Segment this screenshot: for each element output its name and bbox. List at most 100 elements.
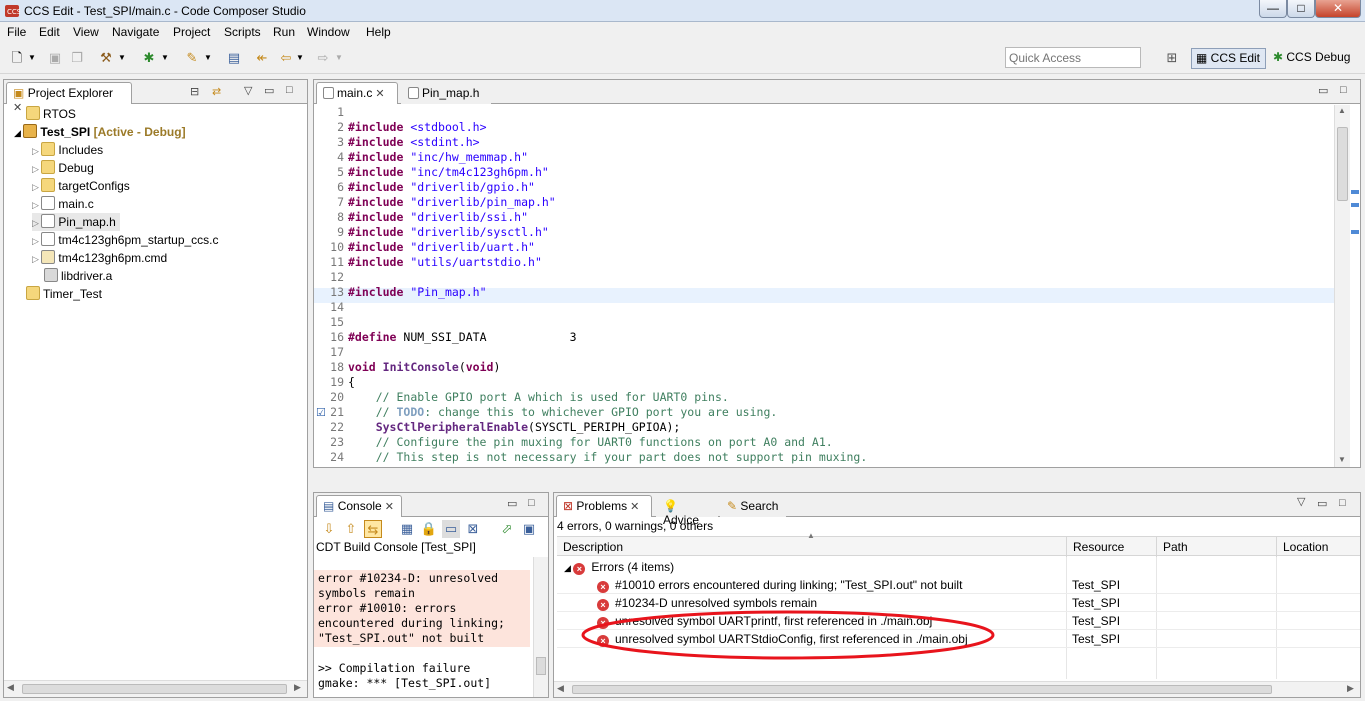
- tree-item-startup-ccs[interactable]: ▷ tm4c123gh6pm_startup_ccs.c: [32, 231, 219, 249]
- last-edit-icon[interactable]: ↞: [253, 49, 271, 67]
- scroll-down-icon[interactable]: ▼: [1338, 455, 1346, 464]
- vertical-scrollbar[interactable]: [533, 557, 548, 697]
- maximize-button[interactable]: □: [1287, 0, 1315, 18]
- previous-error-icon[interactable]: ⇧: [342, 520, 360, 538]
- scroll-right-icon[interactable]: ▶: [1347, 683, 1354, 694]
- clear-console-icon[interactable]: ▭: [442, 520, 460, 538]
- tree-item-cmd[interactable]: ▷ tm4c123gh6pm.cmd: [32, 249, 167, 267]
- tree-item-rtos[interactable]: RTOS: [26, 105, 76, 123]
- maximize-view-icon[interactable]: □: [1340, 84, 1347, 96]
- forward-icon[interactable]: ⇨: [314, 49, 332, 67]
- quick-access-input[interactable]: [1005, 47, 1141, 68]
- close-icon[interactable]: ✕: [382, 501, 394, 513]
- overview-marker[interactable]: [1351, 230, 1359, 234]
- menu-help[interactable]: Help: [366, 25, 391, 39]
- back-dropdown-icon[interactable]: ▼: [295, 49, 305, 67]
- vertical-scrollbar[interactable]: ▲ ▼: [1334, 105, 1350, 467]
- menu-view[interactable]: View: [73, 25, 99, 39]
- tree-item-targetconfigs[interactable]: ▷ targetConfigs: [32, 177, 130, 195]
- forward-dropdown-icon[interactable]: ▼: [334, 49, 344, 67]
- tree-item-libdriver[interactable]: libdriver.a: [44, 267, 112, 285]
- tree-item-main-c[interactable]: ▷ main.c: [32, 195, 94, 213]
- minimize-view-icon[interactable]: ▭: [507, 497, 517, 510]
- next-error-icon[interactable]: ⇩: [320, 520, 338, 538]
- tree-item-pin-map-h[interactable]: ▷ Pin_map.h: [32, 213, 120, 231]
- clear-console-x-icon[interactable]: ⊠: [464, 520, 482, 538]
- maximize-view-icon[interactable]: □: [528, 497, 535, 509]
- tree-item-includes[interactable]: ▷ Includes: [32, 141, 103, 159]
- menu-navigate[interactable]: Navigate: [112, 25, 159, 39]
- minimize-view-icon[interactable]: ▭: [1318, 84, 1328, 97]
- close-icon[interactable]: ✕: [627, 501, 639, 513]
- maximize-view-icon[interactable]: □: [1339, 497, 1346, 509]
- menu-scripts[interactable]: Scripts: [224, 25, 261, 39]
- open-perspective-icon[interactable]: ▤: [225, 49, 243, 67]
- code-area[interactable]: 1 2 #include <stdbool.h> 3 #include <stdint.…: [314, 105, 1334, 465]
- menu-file[interactable]: File: [7, 25, 26, 39]
- menu-run[interactable]: Run: [273, 25, 295, 39]
- new-icon[interactable]: 🗋: [8, 49, 26, 67]
- column-path[interactable]: Path: [1157, 537, 1277, 557]
- flash-icon[interactable]: ✎: [183, 49, 201, 67]
- column-location[interactable]: Location: [1277, 537, 1360, 557]
- tree-item-timer-test[interactable]: Timer_Test: [26, 285, 102, 303]
- flash-dropdown-icon[interactable]: ▼: [203, 49, 213, 67]
- scroll-thumb[interactable]: [1337, 127, 1348, 201]
- build-hammer-icon[interactable]: ⚒: [97, 49, 115, 67]
- copy-build-log-icon[interactable]: ▦: [398, 520, 416, 538]
- tab-main-c[interactable]: main.c ✕: [316, 82, 398, 104]
- build-dropdown-icon[interactable]: ▼: [117, 49, 127, 67]
- expand-arrow-icon[interactable]: ◢: [14, 128, 23, 138]
- tab-search[interactable]: ✎ Search: [720, 495, 786, 517]
- scroll-lock-icon[interactable]: 🔒: [420, 520, 438, 538]
- console-output[interactable]: error #10234-D: unresolved symbols remai…: [314, 557, 534, 697]
- perspective-ccs-edit[interactable]: ▦ CCS Edit: [1191, 48, 1266, 69]
- save-all-icon[interactable]: ❐: [68, 49, 86, 67]
- view-menu-icon[interactable]: ▽: [244, 84, 252, 97]
- tree-item-test-spi[interactable]: ◢ Test_SPI [Active - Debug]: [14, 123, 186, 141]
- overview-marker[interactable]: [1351, 190, 1359, 194]
- view-menu-icon[interactable]: ▽: [1297, 495, 1305, 508]
- collapse-arrow-icon[interactable]: ▷: [32, 164, 41, 174]
- tab-problems[interactable]: ⊠ Problems ✕: [556, 495, 652, 517]
- column-description[interactable]: Description: [557, 537, 1067, 557]
- overview-marker[interactable]: [1351, 203, 1359, 207]
- menu-project[interactable]: Project: [173, 25, 210, 39]
- close-icon[interactable]: ✕: [372, 88, 384, 100]
- collapse-arrow-icon[interactable]: ▷: [32, 200, 41, 210]
- perspective-ccs-debug[interactable]: ✱ CCS Debug: [1269, 48, 1355, 69]
- pin-console-icon[interactable]: ⬀: [498, 520, 516, 538]
- tab-advice[interactable]: 💡Advice: [656, 495, 718, 527]
- scroll-right-icon[interactable]: ▶: [294, 682, 301, 693]
- minimize-view-icon[interactable]: ▭: [264, 84, 274, 97]
- debug-dropdown-icon[interactable]: ▼: [160, 49, 170, 67]
- tab-console[interactable]: ▤ Console ✕: [316, 495, 402, 517]
- scroll-thumb[interactable]: [572, 685, 1272, 694]
- expand-arrow-icon[interactable]: ◢: [564, 563, 573, 573]
- collapse-arrow-icon[interactable]: ▷: [32, 218, 41, 228]
- column-resource[interactable]: Resource: [1067, 537, 1157, 557]
- tab-pin-map-h[interactable]: Pin_map.h: [401, 82, 491, 104]
- scroll-up-icon[interactable]: ▲: [1338, 106, 1346, 115]
- open-perspective-icon[interactable]: ⊞: [1163, 49, 1181, 67]
- maximize-view-icon[interactable]: □: [286, 84, 293, 96]
- scroll-left-icon[interactable]: ◀: [557, 683, 564, 694]
- show-errors-icon[interactable]: ⇆: [364, 520, 382, 538]
- close-button[interactable]: ✕: [1315, 0, 1361, 18]
- save-icon[interactable]: ▣: [46, 49, 64, 67]
- debug-bug-icon[interactable]: ✱: [140, 49, 158, 67]
- back-icon[interactable]: ⇦: [277, 49, 295, 67]
- tree-item-debug[interactable]: ▷ Debug: [32, 159, 94, 177]
- collapse-arrow-icon[interactable]: ▷: [32, 182, 41, 192]
- new-dropdown-icon[interactable]: ▼: [27, 49, 37, 67]
- display-console-icon[interactable]: ▣: [520, 520, 538, 538]
- collapse-arrow-icon[interactable]: ▷: [32, 146, 41, 156]
- horizontal-scrollbar[interactable]: ◀ ▶: [4, 680, 307, 697]
- tab-project-explorer[interactable]: ▣ Project Explorer ✕: [6, 82, 132, 114]
- scroll-thumb[interactable]: [22, 684, 287, 694]
- collapse-arrow-icon[interactable]: ▷: [32, 254, 41, 264]
- collapse-arrow-icon[interactable]: ▷: [32, 236, 41, 246]
- scroll-thumb[interactable]: [536, 657, 546, 675]
- minimize-button[interactable]: —: [1259, 0, 1287, 18]
- horizontal-scrollbar[interactable]: ◀ ▶: [554, 681, 1360, 697]
